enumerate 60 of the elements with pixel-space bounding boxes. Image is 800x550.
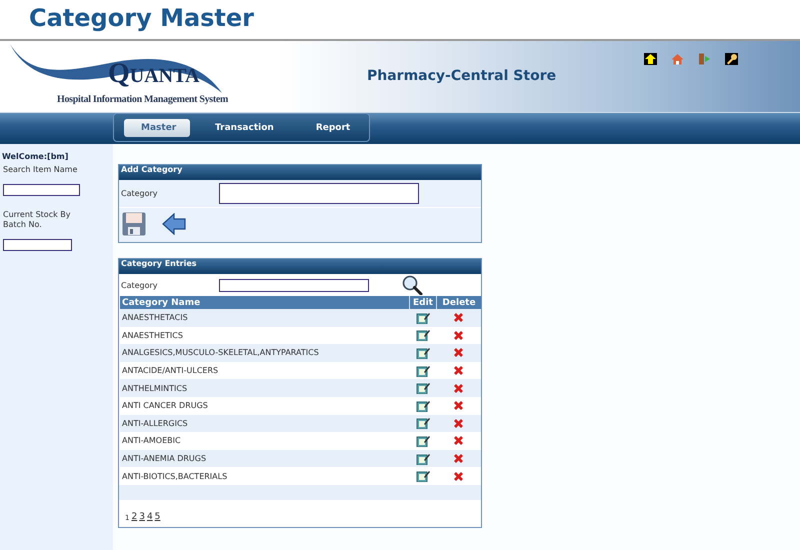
field-label: Current Stock By Batch No.: [3, 210, 72, 230]
category-name: ANTI-BIOTICS,BACTERIALS: [121, 470, 228, 483]
save-icon[interactable]: [122, 212, 146, 236]
home-icon[interactable]: [671, 53, 684, 65]
edit-icon[interactable]: [416, 329, 430, 342]
welcome-text: WelCome:[bm]: [2, 152, 70, 161]
delete-icon[interactable]: [453, 382, 464, 394]
field-label: Search Item Name: [3, 165, 78, 175]
nav-tab[interactable]: Transaction: [198, 118, 291, 136]
category-name: ANTI-AMOEBIC: [120, 432, 410, 450]
delete-icon[interactable]: [453, 435, 464, 446]
column-header: Edit: [410, 296, 436, 309]
delete-icon[interactable]: [453, 453, 464, 464]
field-label: Category: [120, 189, 159, 198]
category-name: ANTI-ANEMIA DRUGS: [120, 450, 410, 468]
panel-title: Category Entries: [119, 259, 481, 274]
category-name: ANTHELMINTICS: [120, 379, 410, 397]
page-title: Category Master: [28, 3, 256, 32]
category-name: ANALGESICS,MUSCULO-SKELETAL,ANTYPARATICS: [120, 344, 410, 362]
edit-icon[interactable]: [416, 452, 430, 465]
category-field[interactable]: [219, 183, 419, 204]
delete-icon[interactable]: [453, 312, 464, 324]
edit-icon[interactable]: [416, 346, 430, 359]
column-header: Category Name: [120, 296, 410, 309]
delete-icon[interactable]: [453, 400, 464, 412]
delete-icon[interactable]: [453, 418, 464, 429]
category-name: ANAESTHETACIS: [120, 309, 410, 327]
delete-icon[interactable]: [453, 365, 464, 376]
delete-icon[interactable]: [453, 470, 464, 482]
page-link[interactable]: 2: [131, 512, 138, 522]
edit-icon[interactable]: [416, 400, 430, 412]
edit-icon[interactable]: [416, 417, 430, 430]
category-name: ANTI CANCER DRUGS: [120, 396, 410, 415]
page-link[interactable]: 3: [139, 512, 145, 522]
panel-title: Add Category: [119, 165, 481, 180]
input-field[interactable]: [3, 239, 72, 251]
page-link[interactable]: 5: [154, 512, 160, 522]
category-name: ANTACIDE/ANTI-ULCERS: [120, 362, 410, 380]
input-field[interactable]: [3, 184, 80, 196]
back-arrow-icon[interactable]: [162, 213, 186, 235]
logo-subtitle: Hospital Information Management System: [57, 94, 228, 105]
category-name: ANTI-ALLERGICS: [120, 414, 410, 432]
page-link[interactable]: 4: [146, 512, 153, 522]
search-icon[interactable]: [401, 275, 423, 295]
up-arrow-icon[interactable]: [644, 53, 657, 65]
store-name: Pharmacy-Central Store: [367, 68, 556, 84]
nav-tab[interactable]: Report: [298, 118, 368, 136]
category-name: ANAESTHETICS: [120, 326, 410, 344]
search-field[interactable]: [219, 278, 369, 292]
edit-icon[interactable]: [416, 470, 430, 482]
key-icon[interactable]: [725, 53, 738, 65]
edit-icon[interactable]: [416, 364, 430, 377]
delete-icon[interactable]: [453, 347, 464, 358]
field-label: Category: [120, 280, 159, 290]
delete-icon[interactable]: [453, 330, 464, 341]
edit-icon[interactable]: [416, 382, 430, 394]
column-header: Delete: [436, 296, 481, 309]
edit-icon[interactable]: [416, 434, 430, 447]
nav-tab[interactable]: Master: [124, 118, 190, 136]
edit-icon[interactable]: [416, 312, 430, 324]
